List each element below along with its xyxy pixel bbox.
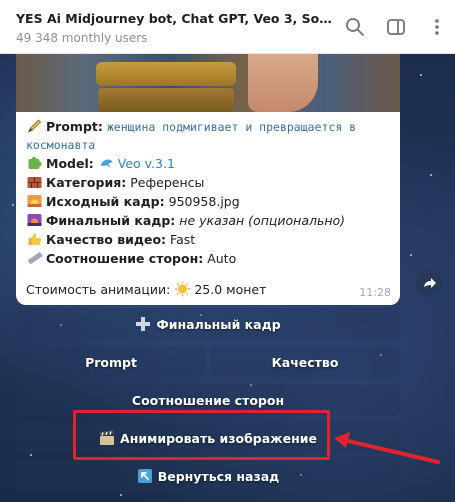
prompt-line-cont: космонавта <box>26 135 95 155</box>
quality-button-label: Качество <box>271 354 339 370</box>
bricks-icon <box>27 177 42 188</box>
quality-line: Качество видео: Fast <box>26 230 195 249</box>
sunrise-icon <box>27 195 42 207</box>
message-time: 11:28 <box>359 286 391 299</box>
model-value[interactable]: Veo v.3.1 <box>118 156 175 171</box>
final-frame-button[interactable]: Финальный кадр <box>16 308 400 340</box>
cost-label: Стоимость анимации: <box>26 282 171 297</box>
final-frame-line: Финальный кадр: не указан (опционально) <box>26 211 345 230</box>
coin-sun-icon <box>175 281 191 297</box>
sidebar-toggle-icon[interactable] <box>385 16 407 38</box>
annotation-arrow-icon <box>334 432 440 464</box>
back-arrow-icon <box>137 469 152 483</box>
aspect-value: Auto <box>207 251 237 266</box>
final-frame-button-label: Финальный кадр <box>156 316 281 332</box>
model-line: Model: Veo v.3.1 <box>26 154 175 173</box>
ruler-icon <box>28 252 43 265</box>
source-frame-value: 950958.jpg <box>168 194 240 209</box>
highlight-box <box>73 410 330 460</box>
quality-value: Fast <box>170 232 196 247</box>
prompt-button[interactable]: Prompt <box>16 346 206 378</box>
category-line: Категория: Референсы <box>26 173 204 192</box>
bot-message: Prompt: женщина подмигивает и превращает… <box>16 54 400 305</box>
prompt-value-cont: космонавта <box>26 138 96 152</box>
aspect-button-label: Соотношение сторон <box>131 392 285 408</box>
model-label: Model: <box>46 156 94 171</box>
prompt-value: женщина подмигивает и превращается в <box>106 120 357 134</box>
back-button-label: Вернуться назад <box>157 468 280 484</box>
dolphin-icon <box>100 159 113 168</box>
final-frame-value: не указан (опционально) <box>179 213 346 228</box>
puzzle-icon <box>28 156 42 169</box>
prompt-line: Prompt: женщина подмигивает и превращает… <box>26 117 356 137</box>
chat-header: YES Ai Midjourney bot, Chat GPT, Veo 3, … <box>0 0 455 54</box>
quality-button[interactable]: Качество <box>210 346 400 378</box>
aspect-line: Соотношение сторон: Auto <box>26 249 236 268</box>
prompt-button-label: Prompt <box>85 354 137 370</box>
prompt-label: Prompt: <box>46 119 103 134</box>
pencil-icon <box>27 119 42 133</box>
cost-line: Стоимость анимации: 25.0 монет <box>26 280 266 299</box>
category-value: Референсы <box>130 175 205 190</box>
source-frame-label: Исходный кадр: <box>46 194 165 209</box>
forward-button[interactable] <box>416 270 442 296</box>
chat-title[interactable]: YES Ai Midjourney bot, Chat GPT, Veo 3, … <box>16 11 336 26</box>
category-label: Категория: <box>46 175 127 190</box>
chat-subtitle: 49 348 monthly users <box>16 31 148 45</box>
source-frame-line: Исходный кадр: 950958.jpg <box>26 192 240 211</box>
thumbs-up-icon <box>28 233 42 245</box>
generated-image-preview[interactable] <box>16 54 400 112</box>
quality-label: Качество видео: <box>46 232 167 247</box>
cost-value: 25.0 монет <box>194 282 267 297</box>
aspect-label: Соотношение сторон: <box>46 251 204 266</box>
final-frame-label: Финальный кадр: <box>46 213 176 228</box>
search-icon[interactable] <box>344 16 366 38</box>
sunset-icon <box>27 214 42 226</box>
forward-icon <box>424 278 436 288</box>
plus-icon <box>136 317 151 331</box>
more-icon[interactable] <box>426 16 448 38</box>
